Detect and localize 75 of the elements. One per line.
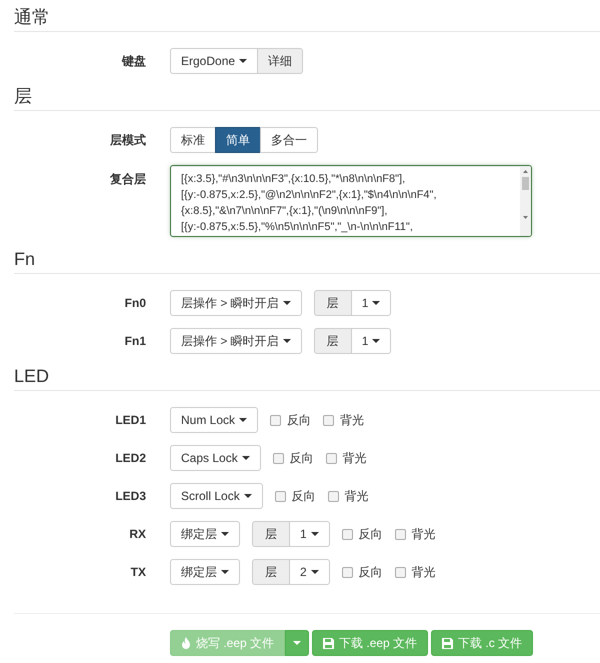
details-button[interactable]: 详细 [257,48,304,74]
caret-icon [372,339,380,343]
field-label: 复合层 [109,171,146,188]
field-label: RX [128,527,146,541]
caret-icon [310,570,319,574]
layer-addon: 层 [252,559,290,585]
checkbox[interactable] [394,566,406,578]
flame-icon [181,637,191,649]
layer-dropdown[interactable]: 1 [289,521,330,547]
action-dropdown[interactable]: 层操作 > 瞬时开启 [170,328,302,354]
layer-addon: 层 [252,521,290,547]
checkbox[interactable] [342,566,353,578]
scrollbar-drawing [520,166,531,236]
field-label: LED1 [114,413,146,427]
checkbox-label: 背光 [344,488,369,504]
caret-icon [221,570,229,574]
mode-option[interactable]: 标准 [170,127,216,153]
burn-menu-button[interactable] [285,630,310,656]
checkbox-label: 背光 [340,412,364,428]
layout-textarea[interactable]: [{x:3.5},"#\n3\n\n\nF3",{x:10.5},"*\n8\n\n\nF8"], [{y:-0.875,x:2.5},"@\n2\n\n\nF2",{x:1},"$\n4\n\n\nF4", {x:8.5},"&\n7\n\n\nF7",{x:1},"(\n9\n\n\nF9"], [{y:-0.875,x:5.5},"%\n5\n\n\nF5","_\n-\n\n\nF11", [170,165,532,237]
checkbox-label: 背光 [412,564,436,580]
field-label: Fn0 [124,296,146,310]
field-label: Fn1 [124,334,146,348]
action-dropdown[interactable]: 层操作 > 瞬时开启 [170,290,302,316]
section-heading: 层 [14,85,600,111]
caret-icon [239,418,248,422]
field-label: LED3 [114,489,146,503]
section-heading: Fn [14,248,600,274]
caret-icon [282,301,291,305]
checkbox-label: 反向 [358,564,383,580]
checkbox[interactable] [270,414,282,426]
code-line: {x:8.5},"&\n7\n\n\nF7",{x:1},"(\n9\n\n\nF9"], [181,204,388,219]
caret-icon [310,532,319,536]
layer-dropdown[interactable]: 1 [350,328,392,354]
section-heading: LED [14,365,600,391]
keyboard-dropdown[interactable]: ErgoDone [170,48,258,74]
layer-dropdown[interactable]: 2 [289,559,330,585]
layer-addon: 层 [314,328,352,354]
checkbox-label: 反向 [290,450,314,466]
section-heading: 通常 [14,6,600,32]
checkbox-label: 反向 [358,526,383,542]
field-label: TX [130,565,146,579]
checkbox-label: 背光 [412,526,436,542]
checkbox-label: 背光 [342,450,367,466]
caret-icon [244,494,252,498]
checkbox[interactable] [394,528,406,540]
caret-icon [372,301,380,305]
field-label: 层模式 [109,132,146,148]
code-line: [{x:3.5},"#\n3\n\n\nF3",{x:10.5},"*\n8\n\n\nF8"], [181,172,406,187]
led-dropdown[interactable]: 绑定层 [170,559,240,585]
checkbox[interactable] [274,490,286,502]
caret-icon [221,532,229,536]
mode-option[interactable]: 多合一 [260,127,318,153]
checkbox[interactable] [326,452,337,464]
checkbox[interactable] [342,528,353,540]
caret-icon [242,456,250,460]
checkbox-label: 反向 [292,488,316,504]
led-dropdown[interactable]: 绑定层 [170,521,240,547]
checkbox[interactable] [328,490,339,502]
caret-icon [282,339,291,343]
led-dropdown[interactable]: Scroll Lock [170,483,263,509]
field-label: 键盘 [120,52,146,70]
checkbox[interactable] [272,452,284,464]
caret-icon [239,59,248,63]
checkbox-label: 反向 [287,412,312,428]
layer-addon: 层 [314,290,352,316]
mode-option[interactable]: 简单 [215,127,261,153]
code-line: [{y:-0.875,x:2.5},"@\n2\n\n\nF2",{x:1},"$\n4\n\n\nF4", [181,188,438,203]
led-dropdown[interactable]: Num Lock [170,407,258,433]
layer-dropdown[interactable]: 1 [350,290,392,316]
checkbox[interactable] [323,414,334,426]
caret-icon [293,641,302,645]
led-dropdown[interactable]: Caps Lock [170,445,261,471]
code-line: [{y:-0.875,x:5.5},"%\n5\n\n\nF5","_\n-\n\n\nF11", [181,220,414,235]
field-label: LED2 [114,451,146,465]
